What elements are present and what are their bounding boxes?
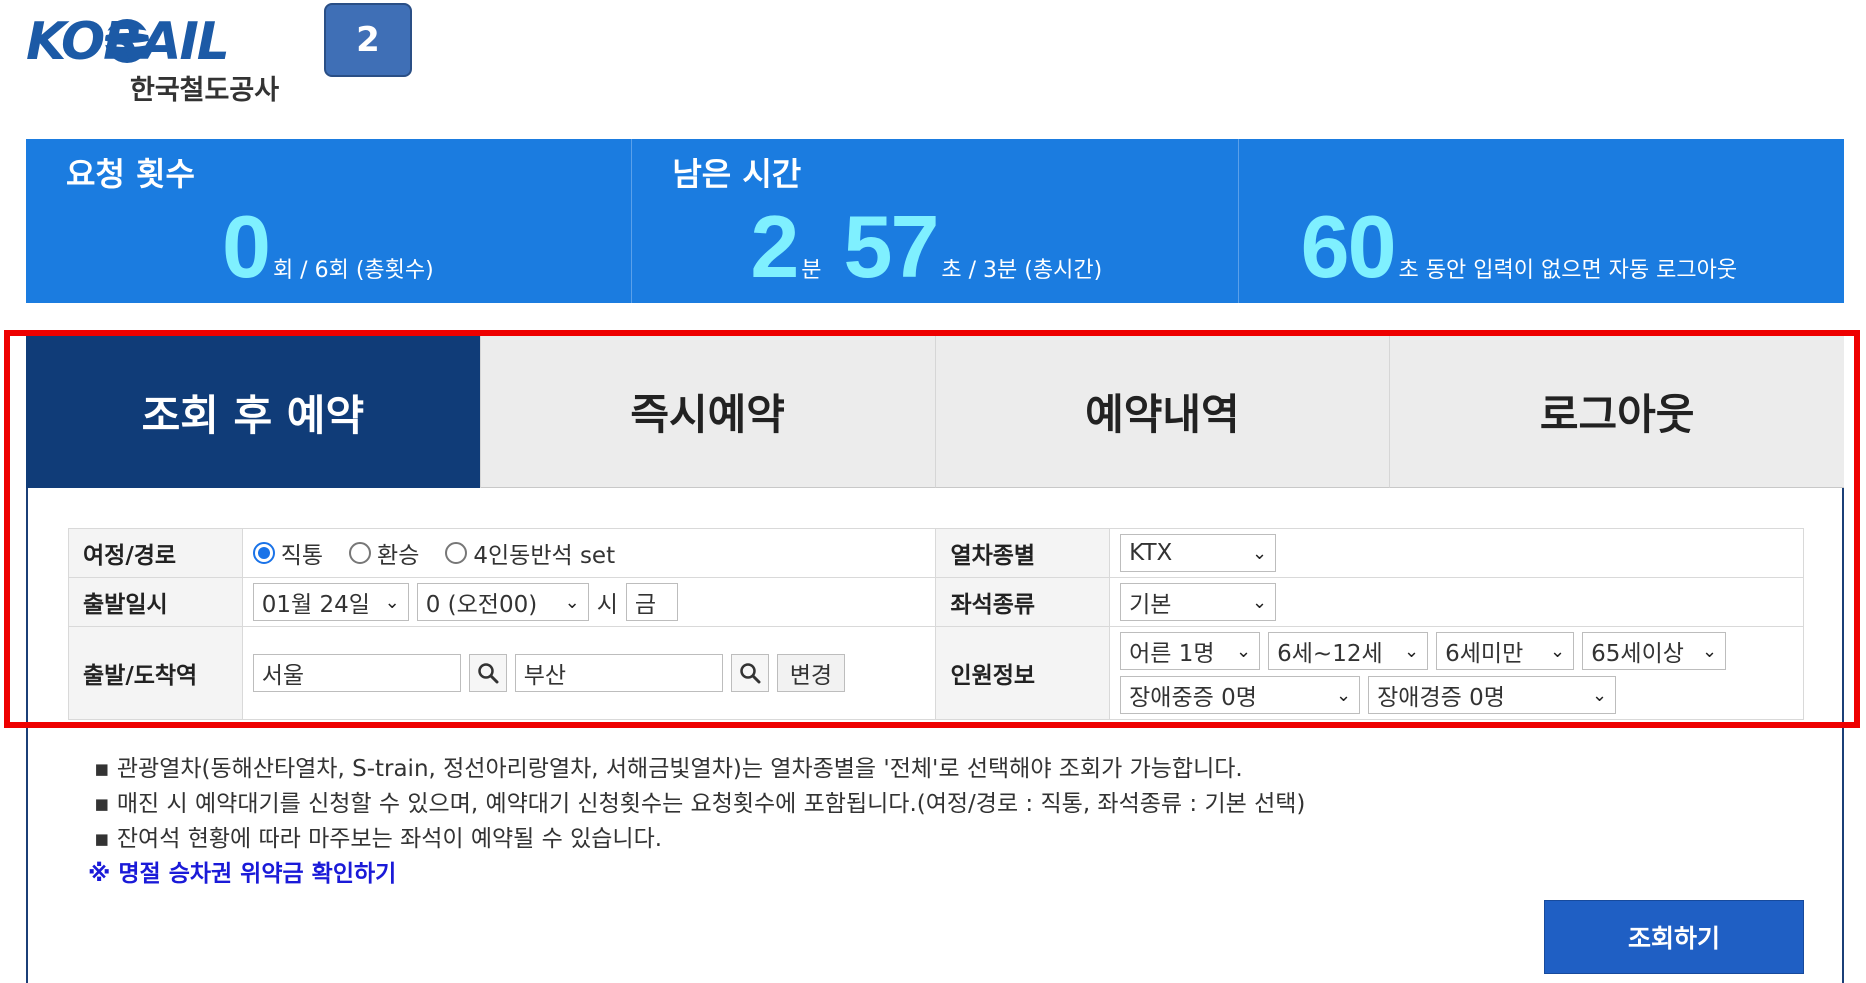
request-count-title: 요청 횟수	[66, 155, 195, 193]
highlight-box	[4, 330, 1860, 728]
status-banner: 요청 횟수 0 회 / 6회 (총횟수) 남은 시간 2 분 57 초 / 3분…	[26, 139, 1844, 303]
request-count-panel: 요청 횟수 0 회 / 6회 (총횟수)	[26, 139, 633, 303]
remaining-minutes: 2	[750, 197, 799, 296]
logo-text: KORAIL	[26, 12, 230, 72]
step-badge: 2	[324, 3, 412, 77]
idle-logout-row: 60 초 동안 입력이 없으면 자동 로그아웃	[1301, 203, 1737, 291]
remaining-time-panel: 남은 시간 2 분 57 초 / 3분 (총시간)	[632, 139, 1239, 303]
idle-suffix: 초 동안 입력이 없으면 자동 로그아웃	[1398, 258, 1738, 283]
notice-item: ▪ 잔여석 현황에 따라 마주보는 좌석이 예약될 수 있습니다.	[94, 826, 663, 852]
remaining-suffix: 초 / 3분 (총시간)	[941, 258, 1103, 283]
notice-item: ▪ 매진 시 예약대기를 신청할 수 있으며, 예약대기 신청횟수는 요청횟수에…	[94, 791, 1306, 817]
idle-logout-panel: 60 초 동안 입력이 없으면 자동 로그아웃	[1239, 139, 1844, 303]
request-count-suffix: 회 / 6회 (총횟수)	[272, 258, 434, 283]
penalty-link[interactable]: ※ 명절 승차권 위약금 확인하기	[88, 857, 1305, 892]
remaining-time-row: 2 분 57 초 / 3분 (총시간)	[750, 203, 1102, 291]
minutes-unit: 분	[801, 258, 822, 283]
notice-item: ▪ 관광열차(동해산타열차, S-train, 정선아리랑열차, 서해금빛열차)…	[94, 756, 1243, 782]
search-button[interactable]: 조회하기	[1544, 900, 1804, 974]
idle-seconds: 60	[1300, 197, 1397, 296]
request-count-row: 0 회 / 6회 (총횟수)	[222, 203, 434, 291]
remaining-time-title: 남은 시간	[672, 155, 802, 193]
logo-subtitle: 한국철도공사	[130, 75, 280, 106]
request-count-value: 0	[222, 197, 271, 296]
notices: ▪ 관광열차(동해산타열차, S-train, 정선아리랑열차, 서해금빛열차)…	[88, 752, 1306, 892]
remaining-seconds: 57	[843, 197, 940, 296]
